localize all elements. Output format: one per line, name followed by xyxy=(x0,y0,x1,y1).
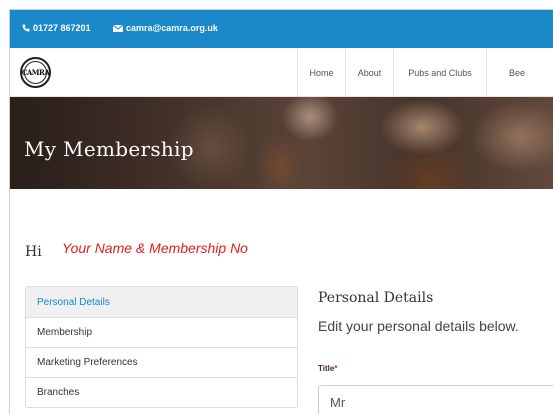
title-select[interactable]: Mr xyxy=(318,385,553,414)
account-sidebar: Personal Details Membership Marketing Pr… xyxy=(25,286,298,408)
sidebar-item-marketing-preferences[interactable]: Marketing Preferences xyxy=(26,347,297,377)
contact-bar: 01727 867201 camra@camra.org.uk xyxy=(10,10,553,48)
sidebar-item-membership[interactable]: Membership xyxy=(26,317,297,347)
nav-item-pubs-and-clubs[interactable]: Pubs and Clubs xyxy=(393,48,486,97)
hero-banner: My Membership xyxy=(10,97,553,189)
logo-text: CAMRA xyxy=(22,61,50,84)
section-description: Edit your personal details below. xyxy=(318,318,519,334)
nav-item-home[interactable]: Home xyxy=(297,48,345,97)
page-title: My Membership xyxy=(24,137,194,161)
browser-viewport: 01727 867201 camra@camra.org.uk CAMRA Ho… xyxy=(9,9,553,414)
phone-icon xyxy=(22,24,30,32)
sidebar-item-personal-details[interactable]: Personal Details xyxy=(26,287,297,317)
camra-logo[interactable]: CAMRA xyxy=(20,57,51,88)
nav-item-beer[interactable]: Bee xyxy=(486,48,553,97)
phone-link[interactable]: 01727 867201 xyxy=(22,23,91,33)
email-link[interactable]: camra@camra.org.uk xyxy=(113,23,218,33)
main-navbar: CAMRA Home About Pubs and Clubs Bee xyxy=(10,48,553,97)
section-title: Personal Details xyxy=(318,290,434,306)
phone-number: 01727 867201 xyxy=(33,23,91,33)
nav-item-about[interactable]: About xyxy=(345,48,393,97)
title-select-value: Mr xyxy=(330,394,346,410)
title-field-label: Title* xyxy=(318,364,337,373)
sidebar-item-branches[interactable]: Branches xyxy=(26,377,297,407)
member-name-annotation: Your Name & Membership No xyxy=(62,240,248,256)
email-address: camra@camra.org.uk xyxy=(126,23,218,33)
envelope-icon xyxy=(113,24,123,32)
greeting-prefix: Hi xyxy=(25,244,42,260)
required-marker: * xyxy=(334,364,338,373)
title-label-text: Title xyxy=(318,364,335,373)
